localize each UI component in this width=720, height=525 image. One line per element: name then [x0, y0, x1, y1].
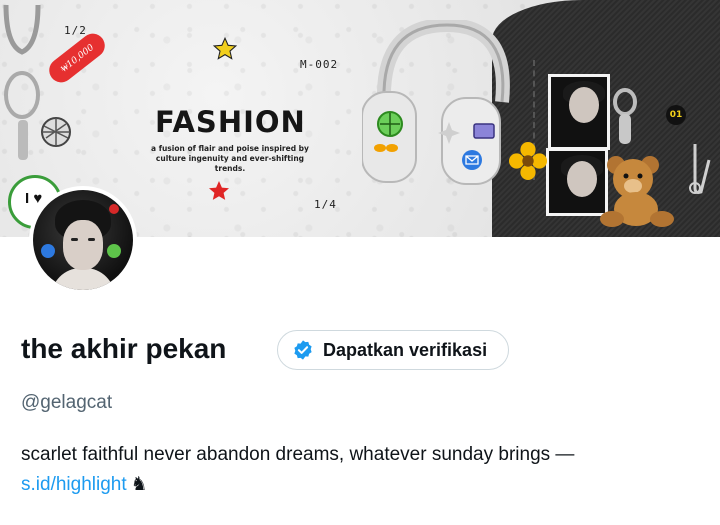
bio-text: scarlet faithful never abandon dreams, w…	[21, 444, 575, 465]
get-verified-label: Dapatkan verifikasi	[323, 339, 488, 360]
bio-link[interactable]: s.id/highlight	[21, 474, 127, 495]
profile-bio: scarlet faithful never abandon dreams, w…	[21, 440, 701, 500]
avatar-green-badge	[107, 244, 121, 258]
avatar-red-dot	[109, 204, 119, 214]
teddy-bear-icon	[600, 156, 674, 227]
photo-card-top	[548, 74, 610, 150]
knight-icon: ♞	[130, 474, 148, 495]
safety-pin-icon	[689, 144, 711, 194]
avatar-blue-badge	[41, 244, 55, 258]
banner-title: FASHION	[155, 105, 306, 139]
profile-avatar[interactable]	[29, 186, 137, 294]
red-star-icon	[209, 181, 229, 200]
profile-handle: @gelagcat	[21, 392, 113, 413]
headphones-illustration	[362, 20, 510, 185]
yellow-star-icon	[212, 36, 238, 60]
avatar-image	[33, 190, 133, 290]
banner-page-label-bottom: 1/4	[314, 198, 337, 211]
get-verified-button[interactable]: Dapatkan verifikasi	[277, 330, 510, 370]
banner-tagline: a fusion of flair and poise inspired by …	[151, 144, 309, 173]
metal-charm-icon	[613, 88, 637, 144]
banner-code-label: M-002	[300, 58, 339, 71]
display-name: the akhir pekan	[21, 333, 227, 364]
verified-badge-icon	[294, 340, 312, 360]
banner-page-label: 1/2	[64, 24, 87, 37]
number-badge: 01	[666, 105, 686, 125]
